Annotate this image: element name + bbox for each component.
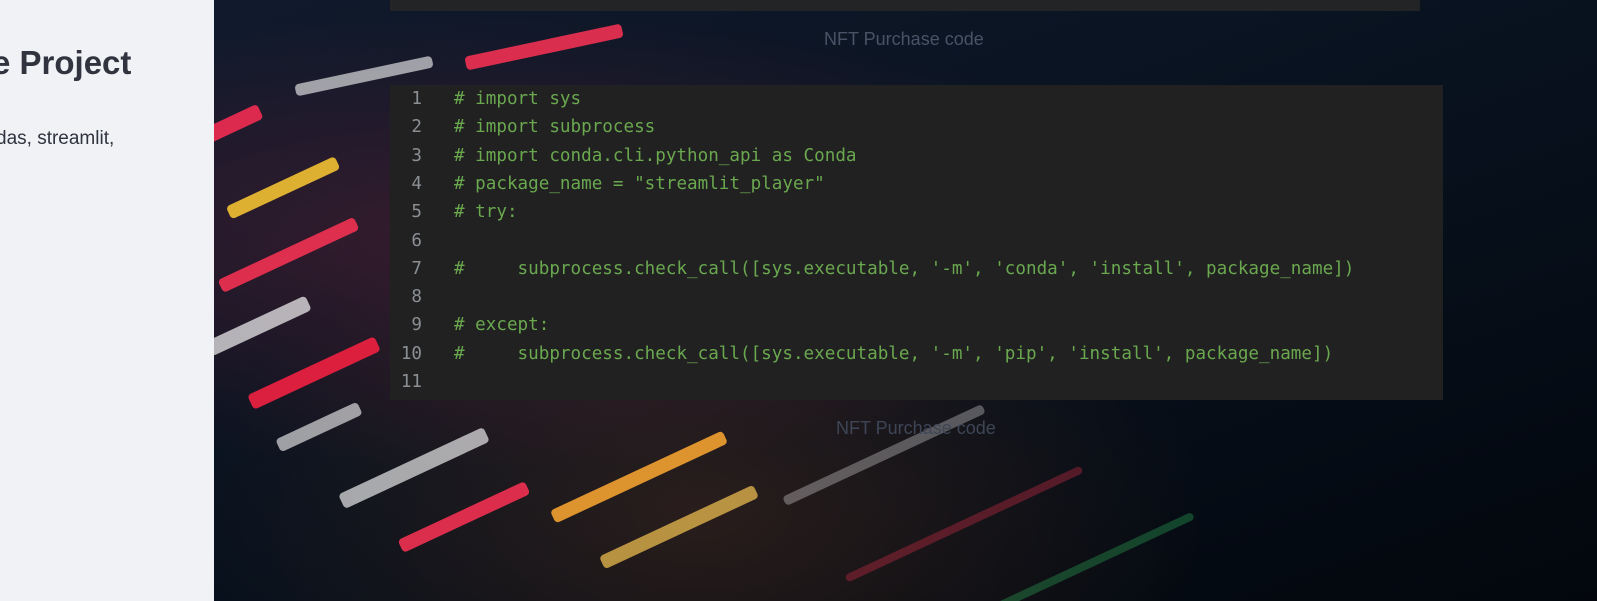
line-code: # except: [454, 315, 550, 336]
code-line: 7 # subprocess.check_call([sys.executable… [390, 255, 1443, 283]
top-code-block-edge [390, 0, 1420, 11]
code-line: 6 [390, 227, 1443, 255]
line-number: 8 [411, 287, 422, 308]
line-code: # package_name = "streamlit_player" [454, 173, 825, 194]
code-line: 8 [390, 283, 1443, 311]
line-number: 7 [411, 258, 422, 279]
sidebar-title: e Project [0, 44, 132, 81]
code-line: 1 # import sys [390, 85, 1443, 113]
line-number: 1 [411, 89, 422, 109]
caption-bottom: NFT Purchase code [836, 418, 996, 438]
line-number: 10 [400, 343, 422, 364]
code-line: 9 # except: [390, 311, 1443, 339]
line-number: 11 [400, 372, 422, 392]
code-line: 3 # import conda.cli.python_api as Conda [390, 142, 1443, 170]
line-number: 3 [411, 145, 422, 166]
line-number: 5 [411, 202, 422, 223]
line-code: # import sys [454, 89, 582, 109]
line-code: # subprocess.check_call([sys.executable,… [454, 343, 1334, 364]
code-line: 4 # package_name = "streamlit_player" [390, 170, 1443, 198]
sidebar-description: das, streamlit, [0, 128, 115, 149]
code-line: 2 # import subprocess [390, 113, 1443, 141]
caption-top: NFT Purchase code [824, 29, 984, 49]
line-number: 4 [411, 173, 422, 194]
line-number: 6 [411, 230, 422, 251]
line-number: 2 [411, 117, 422, 138]
line-code: # try: [454, 202, 518, 223]
code-line: 10 # subprocess.check_call([sys.executabl… [390, 340, 1443, 368]
line-number: 9 [411, 315, 422, 336]
sidebar: e Project das, streamlit, [0, 0, 214, 601]
line-code: # subprocess.check_call([sys.executable,… [454, 258, 1355, 279]
code-line: 5 # try: [390, 198, 1443, 226]
main-content: NFT Purchase code 1 # import sys 2 # import… [214, 0, 1597, 601]
line-code: # import conda.cli.python_api as Conda [454, 145, 857, 166]
code-line: 11 [390, 368, 1443, 396]
line-code: # import subprocess [454, 117, 656, 138]
code-block: 1 # import sys 2 # import subprocess 3 # impo… [390, 85, 1443, 400]
